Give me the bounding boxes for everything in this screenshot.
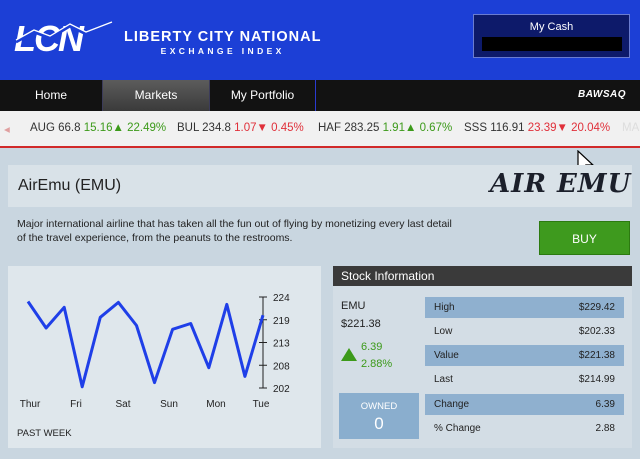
my-cash-box: My Cash — [473, 14, 630, 58]
info-value: $229.42 — [578, 302, 615, 313]
info-row-pct-change: % Change 2.88 — [425, 418, 624, 439]
stock-symbol: EMU — [341, 300, 366, 312]
info-label: Change — [434, 399, 470, 410]
ticker-price: 66.8 — [58, 122, 81, 134]
info-value: $214.99 — [578, 374, 615, 385]
main-nav: Home Markets My Portfolio BAWSAQ — [0, 80, 640, 111]
ticker-edge-mark: ◂ — [4, 124, 10, 136]
info-row-low: Low $202.33 — [425, 321, 624, 342]
ticker-price: 283.25 — [344, 122, 380, 134]
ticker-pct: 0.67% — [419, 122, 453, 134]
stock-ticker: ◂ AUG 66.8 15.16▲ 22.49% BUL 234.8 1.07▼… — [0, 111, 640, 148]
down-arrow-icon: ▼ — [256, 122, 268, 134]
price-chart-panel: 224 219 213 208 202 Thur Fri Sat Sun Mon Tue PAST … — [8, 266, 321, 448]
x-tick-label: Thur — [20, 399, 41, 410]
ticker-item[interactable]: BUL 234.8 1.07▼ 0.45% — [177, 122, 304, 134]
y-tick-label: 224 — [273, 293, 290, 304]
ticker-change: 1.07 — [234, 122, 257, 134]
company-description: Major international airline that has tak… — [17, 218, 452, 244]
info-label: High — [434, 302, 455, 313]
my-cash-value-redacted — [482, 37, 622, 51]
ticker-item-partial[interactable]: MA — [622, 122, 639, 134]
up-arrow-icon: ▲ — [404, 122, 417, 134]
ticker-symbol: HAF — [318, 122, 341, 134]
ticker-change: 1.91 — [382, 122, 405, 134]
stock-change-abs: 6.39 — [361, 341, 383, 353]
ticker-symbol: SSS — [464, 122, 488, 134]
ticker-change: 23.39 — [527, 122, 557, 134]
info-row-last: Last $214.99 — [425, 369, 624, 390]
ticker-item[interactable]: SSS 116.91 23.39▼ 20.04% — [464, 122, 610, 134]
owned-box: OWNED 0 — [339, 393, 419, 439]
buy-button[interactable]: BUY — [539, 221, 630, 255]
nav-my-portfolio[interactable]: My Portfolio — [210, 80, 316, 111]
info-row-change: Change 6.39 — [425, 394, 624, 415]
x-tick-label: Fri — [70, 399, 82, 410]
company-panel: AirEmu (EMU) AIR EMU Major international… — [8, 165, 632, 260]
brand-line1: LIBERTY CITY NATIONAL — [124, 29, 322, 45]
lcn-logo[interactable]: LCN — [12, 18, 116, 58]
info-row-high: High $229.42 — [425, 297, 624, 318]
price-chart: 224 219 213 208 202 Thur Fri Sat Sun Mon Tue — [20, 293, 290, 410]
ticker-pct: 20.04% — [571, 122, 611, 134]
info-value: $202.33 — [578, 326, 615, 337]
brand-title: LIBERTY CITY NATIONAL EXCHANGE INDEX — [124, 29, 321, 56]
x-tick-label: Tue — [253, 399, 270, 410]
up-arrow-icon: ▲ — [112, 122, 124, 134]
info-label: Value — [434, 350, 459, 361]
info-label: Low — [434, 326, 453, 337]
info-label: % Change — [434, 423, 481, 434]
y-tick-label: 219 — [273, 316, 290, 327]
ticker-item[interactable]: AUG 66.8 15.16▲ 22.49% — [30, 122, 166, 134]
nav-home[interactable]: Home — [0, 80, 103, 111]
price-line — [26, 300, 265, 389]
info-value: 6.39 — [595, 399, 615, 410]
brand-line2: EXCHANGE INDEX — [160, 46, 285, 56]
company-logo: AIR EMU — [490, 169, 632, 199]
stock-info-title: Stock Information — [333, 266, 632, 286]
info-value: $221.38 — [578, 350, 615, 361]
nav-markets[interactable]: Markets — [103, 80, 210, 111]
chart-period-label: PAST WEEK — [17, 428, 72, 439]
ticker-price: 116.91 — [490, 122, 525, 134]
ticker-symbol: MA — [622, 122, 640, 134]
site-header: LCN LIBERTY CITY NATIONAL EXCHANGE INDEX… — [0, 0, 640, 80]
y-tick-label: 213 — [273, 339, 290, 350]
ticker-change: 15.16 — [83, 122, 113, 134]
ticker-symbol: AUG — [30, 122, 55, 134]
info-label: Last — [434, 374, 453, 385]
down-arrow-icon: ▼ — [556, 122, 568, 134]
ticker-symbol: BUL — [177, 122, 199, 134]
info-value: 2.88 — [595, 423, 615, 434]
x-tick-label: Sun — [160, 399, 178, 410]
x-tick-label: Mon — [206, 399, 225, 410]
stock-info-panel: Stock Information EMU $221.38 6.39 2.88%… — [333, 266, 632, 448]
y-tick-label: 202 — [273, 384, 290, 395]
my-cash-label: My Cash — [529, 21, 574, 33]
stock-price: $221.38 — [341, 318, 381, 330]
ticker-pct: 22.49% — [127, 122, 167, 134]
stock-change-pct: 2.88% — [361, 358, 393, 370]
owned-value: 0 — [374, 414, 384, 433]
x-tick-label: Sat — [115, 399, 130, 410]
y-tick-label: 208 — [273, 361, 290, 372]
ticker-item[interactable]: HAF 283.25 1.91▲ 0.67% — [318, 122, 452, 134]
company-name: AirEmu (EMU) — [18, 177, 122, 194]
info-row-value: Value $221.38 — [425, 345, 624, 366]
ticker-price: 234.8 — [202, 122, 231, 134]
bawsaq-logo[interactable]: BAWSAQ — [578, 89, 626, 100]
ticker-pct: 0.45% — [271, 122, 304, 134]
owned-label: OWNED — [360, 401, 398, 412]
up-arrow-icon — [341, 348, 357, 361]
